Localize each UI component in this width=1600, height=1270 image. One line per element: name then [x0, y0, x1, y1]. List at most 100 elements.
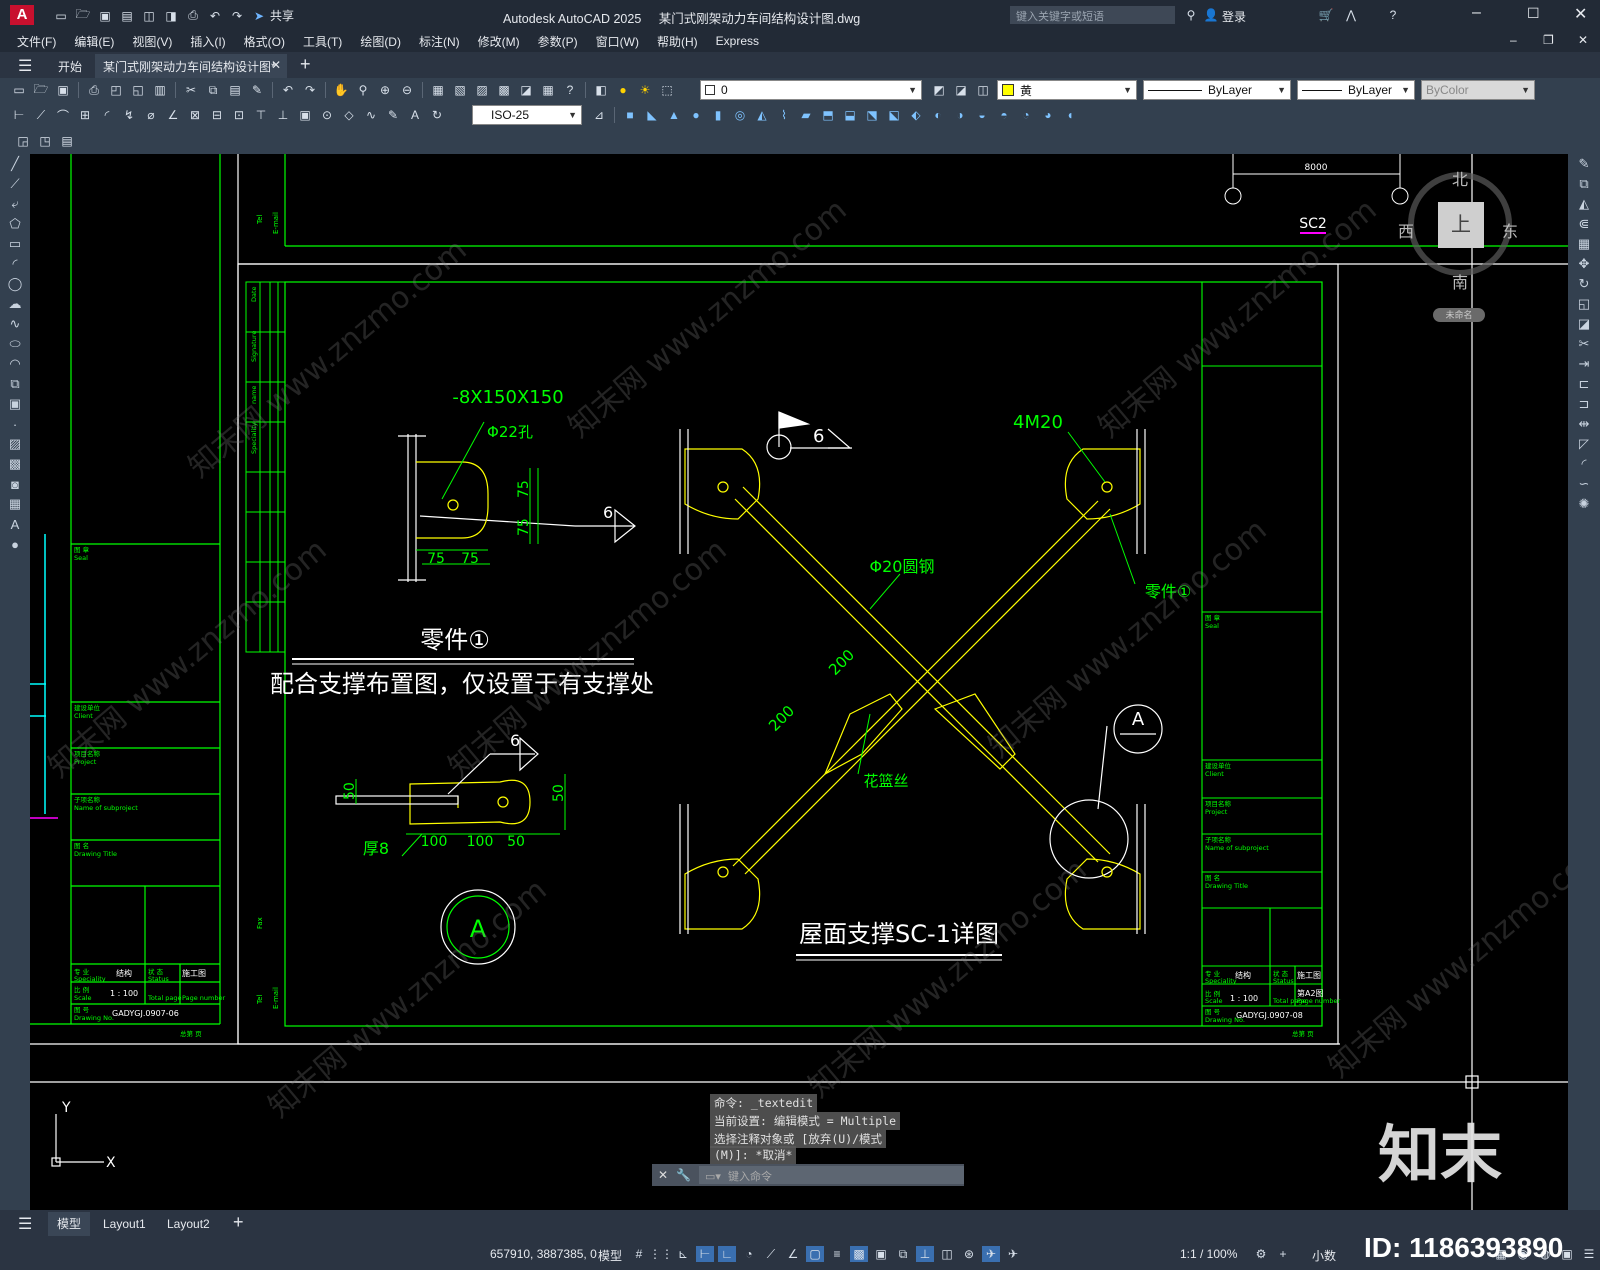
- minimize-button[interactable]: –: [1472, 4, 1481, 22]
- lineweight-icon[interactable]: ≡: [828, 1246, 846, 1262]
- menu-item-9[interactable]: 参数(P): [529, 33, 587, 50]
- chamfer-icon[interactable]: ◸: [1568, 434, 1600, 454]
- dim-space-icon[interactable]: ⊤: [252, 107, 270, 123]
- layer-props-icon[interactable]: ◧: [592, 82, 610, 98]
- dim-jogged-icon[interactable]: ↯: [120, 107, 138, 123]
- save-icon-2[interactable]: ▣: [54, 82, 72, 98]
- slice-icon[interactable]: ◓: [995, 107, 1013, 123]
- viewcube-south[interactable]: 南: [1452, 269, 1468, 293]
- cone-icon[interactable]: ▲: [665, 107, 683, 123]
- move-icon[interactable]: ✥: [1568, 254, 1600, 274]
- search-icon[interactable]: ⚲: [1182, 7, 1200, 23]
- 3dosnap-icon[interactable]: ⧉: [894, 1246, 912, 1262]
- dwf-icon[interactable]: ▥: [151, 82, 169, 98]
- dim-ordinate-icon[interactable]: ⊞: [76, 107, 94, 123]
- lineweight-dropdown[interactable]: ByLayer ▼: [1297, 80, 1415, 100]
- doc-restore-button[interactable]: ❐: [1543, 33, 1554, 47]
- properties-icon[interactable]: ▦: [429, 82, 447, 98]
- revolve-icon[interactable]: ⬕: [885, 107, 903, 123]
- table-icon[interactable]: ▦: [0, 494, 30, 514]
- save-web-icon[interactable]: ◨: [162, 8, 180, 24]
- dim-update-icon[interactable]: ↻: [428, 107, 446, 123]
- selection-cycling-icon[interactable]: ▣: [872, 1246, 890, 1262]
- extend-icon[interactable]: ⇥: [1568, 354, 1600, 374]
- otrack-icon[interactable]: ∠: [784, 1246, 802, 1262]
- insert-block-icon[interactable]: ◳: [36, 133, 54, 149]
- tab-document[interactable]: 某门式刚架动力车间结构设计图* ✕: [95, 54, 287, 78]
- dim-linear-icon[interactable]: ⊢: [10, 107, 28, 123]
- tab-layout2[interactable]: Layout2: [167, 1217, 210, 1231]
- circle-icon[interactable]: ◯: [0, 274, 30, 294]
- color-dropdown[interactable]: 黄 ▼: [997, 80, 1137, 100]
- scale-icon[interactable]: ◱: [1568, 294, 1600, 314]
- flatshot-icon[interactable]: ◖: [1061, 107, 1079, 123]
- zoom-window-icon[interactable]: ⊕: [376, 82, 394, 98]
- menu-item-0[interactable]: 文件(F): [8, 33, 65, 50]
- cylinder-icon[interactable]: ▮: [709, 107, 727, 123]
- paste-icon[interactable]: ▤: [226, 82, 244, 98]
- dim-aligned-icon[interactable]: ⟋: [32, 107, 50, 123]
- menu-item-10[interactable]: 窗口(W): [587, 33, 648, 50]
- dimstyle-manager-icon[interactable]: ⊿: [590, 107, 608, 123]
- auto-scale-icon[interactable]: ✈: [1004, 1246, 1022, 1262]
- union-icon[interactable]: ◐: [929, 107, 947, 123]
- point-icon[interactable]: ·: [0, 414, 30, 434]
- menu-item-7[interactable]: 标注(N): [410, 33, 469, 50]
- tab-layout1[interactable]: Layout1: [103, 1217, 146, 1231]
- join-icon[interactable]: ⇹: [1568, 414, 1600, 434]
- center-mark-icon[interactable]: ⊙: [318, 107, 336, 123]
- autocad-logo[interactable]: A: [10, 5, 34, 25]
- undo-icon[interactable]: ↶: [206, 8, 224, 24]
- ellipse-icon[interactable]: ⬭: [0, 334, 30, 354]
- search-input[interactable]: 键入关键字或短语: [1010, 6, 1175, 24]
- menu-item-6[interactable]: 绘图(D): [351, 33, 410, 50]
- workspace-icon[interactable]: ⚙: [1252, 1246, 1270, 1262]
- viewcube-top[interactable]: 上: [1438, 202, 1484, 248]
- print-icon[interactable]: ⎙: [184, 8, 202, 24]
- qdim-icon[interactable]: ⊠: [186, 107, 204, 123]
- tab-start[interactable]: 开始: [58, 58, 82, 75]
- menu-item-3[interactable]: 插入(I): [181, 33, 234, 50]
- polar-icon[interactable]: ◔: [740, 1246, 758, 1262]
- help-icon[interactable]: ?: [1384, 7, 1402, 23]
- pan-icon[interactable]: ✋: [332, 82, 350, 98]
- open-icon[interactable]: 🗁: [74, 7, 92, 24]
- transparency-icon[interactable]: ▩: [850, 1246, 868, 1262]
- xline-icon[interactable]: ⟋: [0, 174, 30, 194]
- add-selected-icon[interactable]: ●: [0, 534, 30, 554]
- redo-icon-2[interactable]: ↷: [301, 82, 319, 98]
- osnap-icon[interactable]: ▢: [806, 1246, 824, 1262]
- mtext-icon[interactable]: A: [0, 514, 30, 534]
- line-icon[interactable]: ╱: [0, 154, 30, 174]
- pline-icon[interactable]: ⤶: [0, 194, 30, 214]
- menu-item-4[interactable]: 格式(O): [235, 33, 294, 50]
- wedge-icon[interactable]: ◣: [643, 107, 661, 123]
- menu-item-5[interactable]: 工具(T): [294, 33, 351, 50]
- add-layout-button[interactable]: +: [233, 1212, 244, 1233]
- menu-item-11[interactable]: 帮助(H): [648, 33, 707, 50]
- rotate-icon[interactable]: ↻: [1568, 274, 1600, 294]
- copy-icon[interactable]: ⧉: [204, 82, 222, 98]
- command-close-icon[interactable]: ✕: [658, 1168, 668, 1182]
- viewcube-north[interactable]: 北: [1452, 166, 1468, 190]
- trim-icon[interactable]: ✂: [1568, 334, 1600, 354]
- dimstyle-dropdown[interactable]: ISO-25 ▼: [472, 105, 582, 125]
- dim-radius-icon[interactable]: ◜: [98, 107, 116, 123]
- gradient-icon[interactable]: ▩: [0, 454, 30, 474]
- layer-previous-icon[interactable]: ◪: [952, 82, 970, 98]
- zoom-realtime-icon[interactable]: ⚲: [354, 82, 372, 98]
- bulb-icon[interactable]: ●: [614, 82, 632, 98]
- annotation-scale[interactable]: 1:1 / 100%: [1180, 1247, 1237, 1261]
- rectangle-icon[interactable]: ▭: [0, 234, 30, 254]
- linetype-dropdown[interactable]: ByLayer ▼: [1143, 80, 1291, 100]
- blend-icon[interactable]: ∽: [1568, 474, 1600, 494]
- fillet-icon[interactable]: ◜: [1568, 454, 1600, 474]
- layout-menu-icon[interactable]: ☰: [18, 1214, 32, 1234]
- jogged-linear-icon[interactable]: ∿: [362, 107, 380, 123]
- block-editor-icon[interactable]: ◲: [14, 133, 32, 149]
- layer-dropdown[interactable]: 0 ▼: [700, 80, 922, 100]
- markup-icon[interactable]: ◪: [517, 82, 535, 98]
- match-icon[interactable]: ✎: [248, 82, 266, 98]
- menu-item-12[interactable]: Express: [707, 34, 768, 48]
- dynamic-ucs-icon[interactable]: ⊥: [916, 1246, 934, 1262]
